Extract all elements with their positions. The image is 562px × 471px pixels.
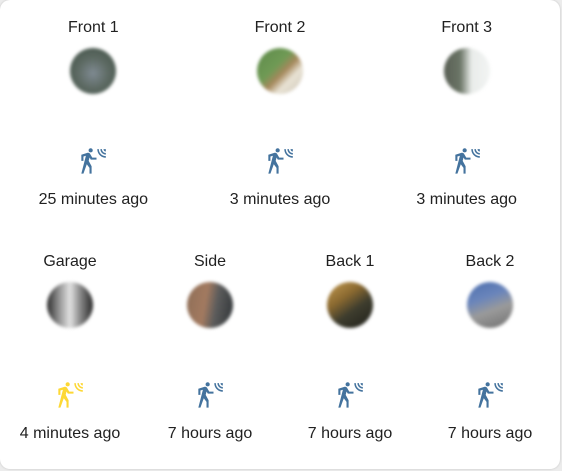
- last-motion-time: 25 minutes ago: [38, 191, 149, 208]
- camera-thumbnail[interactable]: [187, 282, 233, 328]
- camera-thumbnail[interactable]: [257, 48, 303, 94]
- last-motion-time: 7 hours ago: [447, 425, 533, 442]
- last-motion-time: 4 minutes ago: [19, 425, 121, 442]
- motion-sensor-icon: [478, 382, 503, 408]
- camera-name: Garage: [43, 253, 97, 270]
- camera-front-2[interactable]: Front 2 3 minutes ago: [187, 18, 374, 210]
- camera-side[interactable]: Side 7 hours ago: [140, 252, 280, 444]
- motion-sensor-icon: [58, 382, 83, 408]
- camera-thumbnail[interactable]: [443, 48, 490, 94]
- camera-front-3[interactable]: Front 3 3 minutes ago: [373, 18, 560, 210]
- motion-sensor-icon: [81, 148, 107, 174]
- camera-front-1[interactable]: Front 1 25 minutes ago: [0, 18, 187, 210]
- camera-name: Front 1: [67, 19, 119, 36]
- last-motion-time: 3 minutes ago: [416, 191, 517, 208]
- camera-name: Front 3: [441, 19, 493, 36]
- camera-thumbnail[interactable]: [70, 48, 117, 94]
- last-motion-time: 7 hours ago: [307, 425, 393, 442]
- motion-sensor-icon: [198, 382, 223, 408]
- cameras-card: Front 1 25 minutes ago Front 2 3 minutes…: [0, 0, 560, 469]
- camera-name: Back 1: [325, 253, 375, 270]
- last-motion-time: 7 hours ago: [167, 425, 253, 442]
- camera-row-rear: Garage 4 minutes ago Side 7 hours ago Ba…: [0, 252, 560, 444]
- camera-garage[interactable]: Garage 4 minutes ago: [0, 252, 140, 444]
- camera-name: Side: [193, 253, 227, 270]
- camera-back-2[interactable]: Back 2 7 hours ago: [420, 252, 560, 444]
- camera-row-front: Front 1 25 minutes ago Front 2 3 minutes…: [0, 18, 560, 210]
- camera-thumbnail[interactable]: [47, 282, 93, 328]
- camera-thumbnail[interactable]: [467, 282, 513, 328]
- camera-back-1[interactable]: Back 1 7 hours ago: [280, 252, 420, 444]
- camera-thumbnail[interactable]: [327, 282, 373, 328]
- motion-sensor-icon: [338, 382, 363, 408]
- motion-sensor-icon: [455, 148, 480, 174]
- camera-name: Front 2: [254, 19, 306, 36]
- last-motion-time: 3 minutes ago: [229, 191, 331, 208]
- motion-sensor-icon: [268, 148, 293, 174]
- camera-name: Back 2: [465, 253, 515, 270]
